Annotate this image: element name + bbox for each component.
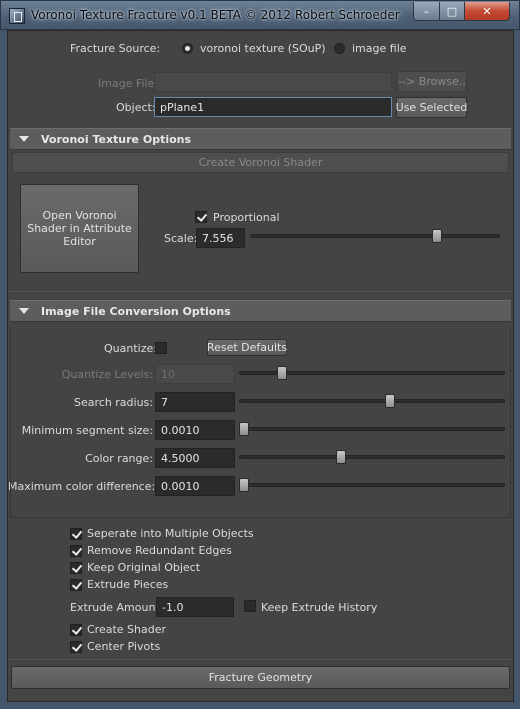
fracture-source-label: Fracture Source:	[70, 42, 161, 55]
create-shader-checkbox[interactable]	[70, 624, 82, 636]
object-input[interactable]	[154, 97, 392, 117]
radio-image-file[interactable]	[334, 43, 345, 54]
minimize-button[interactable]: –	[413, 2, 440, 21]
create-shader-label: Create Shader	[87, 623, 167, 636]
center-pivots-checkbox[interactable]	[70, 641, 82, 653]
close-button[interactable]: ✕	[464, 2, 510, 21]
extrude-amount-label: Extrude Amount:	[70, 601, 164, 614]
fracture-geometry-button[interactable]: Fracture Geometry	[11, 666, 510, 689]
maximize-button[interactable]: □	[439, 2, 465, 21]
object-label: Object:	[116, 101, 156, 114]
tool-window-body: Fracture Source: voronoi texture (SOuP) …	[7, 30, 514, 702]
window-title: Voronoi Texture Fracture v0.1 BETA © 201…	[31, 8, 400, 22]
close-icon: ✕	[482, 4, 492, 18]
create-voronoi-shader-button[interactable]: Create Voronoi Shader	[12, 152, 509, 173]
proportional-checkbox[interactable]	[195, 211, 207, 223]
separate-objects-checkbox[interactable]	[70, 528, 82, 540]
window-titlebar[interactable]: Voronoi Texture Fracture v0.1 BETA © 201…	[0, 0, 520, 30]
extrude-pieces-checkbox[interactable]	[70, 579, 82, 591]
maximize-icon: □	[446, 4, 458, 18]
extrude-amount-input[interactable]	[156, 597, 234, 617]
keep-extrude-history-checkbox[interactable]	[244, 600, 256, 612]
browse-button[interactable]: --> Browse..	[397, 71, 467, 92]
collapse-arrow-icon	[19, 308, 29, 314]
minimize-icon: –	[423, 4, 430, 18]
scale-slider-track[interactable]	[250, 234, 500, 238]
app-icon[interactable]	[9, 8, 25, 24]
use-selected-button[interactable]: Use Selected	[396, 97, 467, 118]
image-conversion-title: Image File Conversion Options	[41, 304, 231, 318]
image-conversion-header[interactable]: Image File Conversion Options	[10, 300, 511, 322]
voronoi-options-header[interactable]: Voronoi Texture Options	[10, 128, 511, 150]
keep-original-checkbox[interactable]	[70, 562, 82, 574]
extrude-pieces-label: Extrude Pieces	[87, 578, 169, 591]
remove-edges-checkbox[interactable]	[70, 545, 82, 557]
open-voronoi-shader-button[interactable]: Open Voronoi Shader in Attribute Editor	[20, 184, 139, 273]
keep-extrude-history-label: Keep Extrude History	[261, 601, 378, 614]
scale-input[interactable]	[196, 228, 245, 248]
collapse-arrow-icon	[19, 136, 29, 142]
bottom-divider	[10, 659, 511, 660]
image-file-input[interactable]	[154, 72, 392, 92]
center-pivots-label: Center Pivots	[87, 640, 161, 653]
section-divider	[10, 291, 511, 292]
image-conversion-frame	[10, 328, 511, 518]
keep-original-label: Keep Original Object	[87, 561, 201, 574]
scale-slider-handle[interactable]	[432, 229, 442, 243]
image-file-label: Image File:	[98, 77, 159, 90]
scale-label: Scale:	[164, 232, 198, 245]
radio-voronoi-texture[interactable]	[182, 43, 193, 54]
radio-image-file-label[interactable]: image file	[352, 42, 407, 55]
separate-objects-label: Seperate into Multiple Objects	[87, 527, 254, 540]
remove-edges-label: Remove Redundant Edges	[87, 544, 232, 557]
radio-voronoi-texture-label[interactable]: voronoi texture (SOuP)	[200, 42, 326, 55]
proportional-label: Proportional	[213, 211, 280, 224]
voronoi-options-title: Voronoi Texture Options	[41, 132, 192, 146]
